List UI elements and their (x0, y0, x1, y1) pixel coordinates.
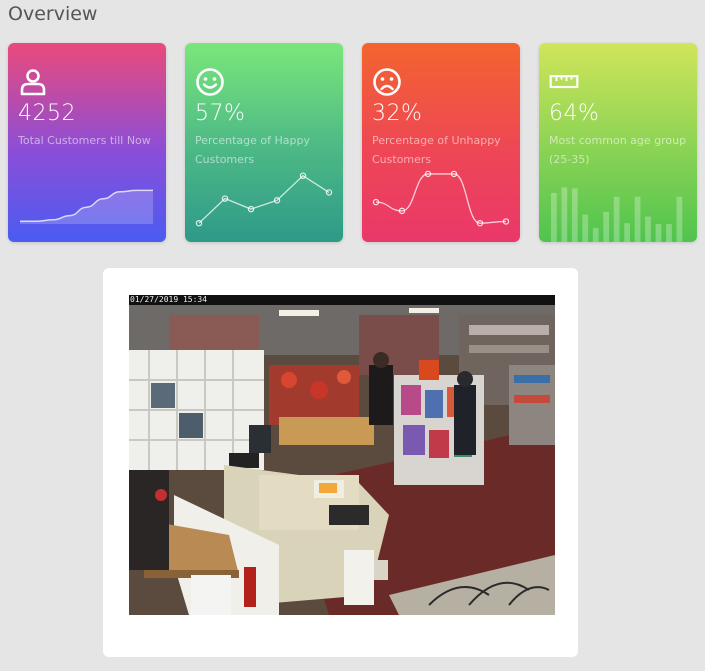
age-bar (645, 216, 651, 242)
age-bar (624, 223, 630, 242)
camera-feed-image[interactable]: 01/27/2019 15:34 (129, 295, 555, 615)
card-label: Total Customers till Now (18, 134, 151, 147)
sparkline-line (375, 173, 507, 224)
store-scene (129, 305, 555, 615)
age-bar (634, 196, 641, 242)
age-bar (676, 196, 683, 242)
user-icon (20, 69, 46, 96)
camera-panel: 01/27/2019 15:34 (103, 268, 578, 657)
age-bar-sparkline (551, 187, 683, 242)
unhappy-customers-card[interactable]: 32% Percentage of Unhappy Customers (362, 43, 520, 242)
card-value: 57% (195, 101, 246, 126)
card-value: 4252 (18, 101, 76, 126)
age-bar (666, 224, 672, 242)
happy-sparkline (195, 172, 333, 227)
age-bar (561, 187, 568, 242)
card-value: 32% (372, 101, 423, 126)
camera-timestamp: 01/27/2019 15:34 (129, 295, 555, 305)
card-label: Most common age group (25-35) (549, 134, 687, 166)
ruler-icon (549, 75, 579, 89)
card-value: 64% (549, 101, 600, 126)
page-title: Overview (8, 3, 98, 25)
age-bar (582, 214, 589, 242)
age-bar (551, 192, 557, 242)
age-bar (613, 196, 620, 242)
age-group-card[interactable]: 64% Most common age group (25-35) (539, 43, 697, 242)
total-customers-card[interactable]: 4252 Total Customers till Now (8, 43, 166, 242)
age-bar (603, 211, 610, 242)
smile-face-icon (196, 68, 224, 96)
age-bar (655, 224, 662, 242)
sad-face-icon (373, 68, 401, 96)
age-bar (571, 188, 578, 242)
sparkline-point (195, 220, 203, 227)
sparkline-line (198, 174, 330, 224)
happy-customers-card[interactable]: 57% Percentage of Happy Customers (185, 43, 343, 242)
customers-sparkline (19, 189, 153, 224)
age-bar (592, 227, 599, 242)
unhappy-sparkline (372, 170, 510, 227)
